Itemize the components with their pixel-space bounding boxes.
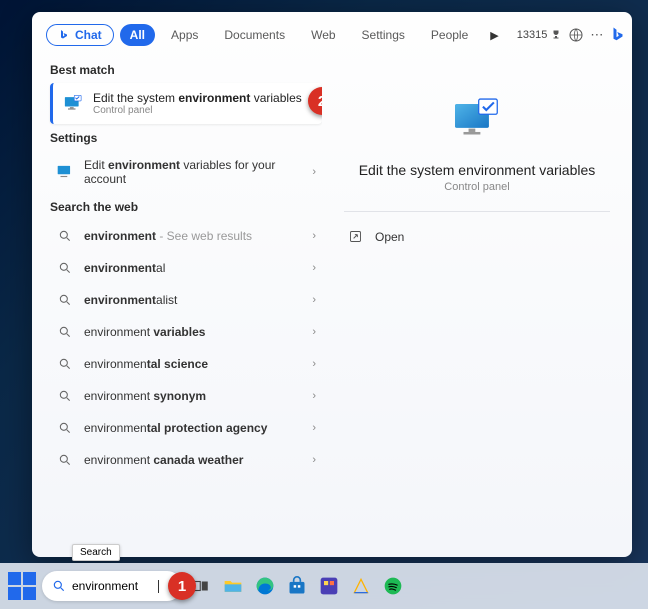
details-pane: Edit the system environment variables Co… [322, 56, 632, 557]
tab-people[interactable]: People [421, 24, 478, 46]
chevron-right-icon: › [312, 358, 316, 370]
search-input[interactable] [72, 579, 152, 593]
section-best-match: Best match [50, 63, 322, 77]
web-result-item[interactable]: environment synonym › [50, 380, 322, 412]
chevron-right-icon: › [312, 422, 316, 434]
monitor-small-icon [56, 163, 74, 181]
search-icon [58, 421, 72, 435]
chat-label: Chat [75, 28, 102, 42]
search-icon [58, 453, 72, 467]
chevron-right-icon: › [312, 294, 316, 306]
web-result-item[interactable]: environmental protection agency › [50, 412, 322, 444]
web-result-label: environmental protection agency [84, 421, 302, 435]
chat-tab[interactable]: Chat [46, 24, 114, 46]
web-result-label: environmental [84, 261, 302, 275]
web-result-label: environment synonym [84, 389, 302, 403]
tab-settings[interactable]: Settings [352, 24, 415, 46]
annotation-badge-2: 2 [308, 87, 322, 115]
monitor-icon [63, 94, 83, 114]
points-value: 13315 [517, 29, 548, 41]
globe-icon[interactable] [568, 26, 584, 44]
search-panel: Chat All Apps Documents Web Settings Peo… [32, 12, 632, 557]
search-icon [58, 229, 72, 243]
web-result-label: environment - See web results [84, 229, 302, 243]
bing-icon [58, 29, 70, 41]
section-web: Search the web [50, 200, 322, 214]
annotation-badge-1: 1 [168, 572, 196, 600]
search-icon [58, 261, 72, 275]
open-action[interactable]: Open [344, 222, 610, 251]
web-result-item[interactable]: environmental science › [50, 348, 322, 380]
web-result-item[interactable]: environment canada weather › [50, 444, 322, 476]
rewards-points[interactable]: 13315 [517, 29, 563, 41]
tab-web[interactable]: Web [301, 24, 345, 46]
open-label: Open [375, 230, 404, 244]
web-result-item[interactable]: environment - See web results › [50, 220, 322, 252]
search-icon [52, 579, 66, 593]
settings-result-label: Edit environment variables for your acco… [84, 158, 302, 186]
taskbar-search[interactable]: 1 [42, 571, 182, 601]
best-match-item[interactable]: Edit the system environment variables Co… [50, 83, 322, 124]
more-icon[interactable]: ⋯ [590, 26, 603, 44]
chevron-right-icon: › [312, 326, 316, 338]
web-result-item[interactable]: environment variables › [50, 316, 322, 348]
web-result-label: environment canada weather [84, 453, 302, 467]
app-icon-1[interactable] [316, 573, 342, 599]
spotify-icon[interactable] [380, 573, 406, 599]
chevron-right-icon: › [312, 454, 316, 466]
trophy-icon [550, 29, 562, 41]
filter-tabs: Chat All Apps Documents Web Settings Peo… [32, 12, 632, 56]
monitor-large-icon [450, 94, 504, 148]
web-result-item[interactable]: environmental › [50, 252, 322, 284]
search-icon [58, 325, 72, 339]
tabs-more-arrow[interactable]: ▶ [484, 26, 504, 45]
web-result-label: environmental science [84, 357, 302, 371]
search-tooltip: Search [72, 544, 120, 561]
edge-icon[interactable] [252, 573, 278, 599]
best-match-sub: Control panel [93, 105, 302, 116]
explorer-icon[interactable] [220, 573, 246, 599]
tab-documents[interactable]: Documents [214, 24, 295, 46]
search-icon [58, 293, 72, 307]
results-area: Best match Edit the system environment v… [32, 56, 632, 557]
bing-logo-icon[interactable] [609, 26, 627, 44]
web-result-label: environment variables [84, 325, 302, 339]
web-result-label: environmentalist [84, 293, 302, 307]
results-list: Best match Edit the system environment v… [32, 56, 322, 557]
search-icon [58, 389, 72, 403]
chevron-right-icon: › [312, 166, 316, 178]
settings-result-item[interactable]: Edit environment variables for your acco… [50, 151, 322, 193]
details-sub: Control panel [444, 181, 509, 193]
chevron-right-icon: › [312, 230, 316, 242]
search-icon [58, 357, 72, 371]
taskbar: 1 [0, 563, 648, 609]
details-title: Edit the system environment variables [359, 162, 596, 178]
start-button[interactable] [8, 572, 36, 600]
web-result-item[interactable]: environmentalist › [50, 284, 322, 316]
store-icon[interactable] [284, 573, 310, 599]
chevron-right-icon: › [312, 390, 316, 402]
tab-all[interactable]: All [120, 24, 155, 46]
section-settings: Settings [50, 131, 322, 145]
tab-apps[interactable]: Apps [161, 24, 208, 46]
app-icon-2[interactable] [348, 573, 374, 599]
divider [344, 211, 610, 212]
open-icon [348, 229, 363, 244]
chevron-right-icon: › [312, 262, 316, 274]
best-match-title: Edit the system environment variables [93, 91, 302, 105]
